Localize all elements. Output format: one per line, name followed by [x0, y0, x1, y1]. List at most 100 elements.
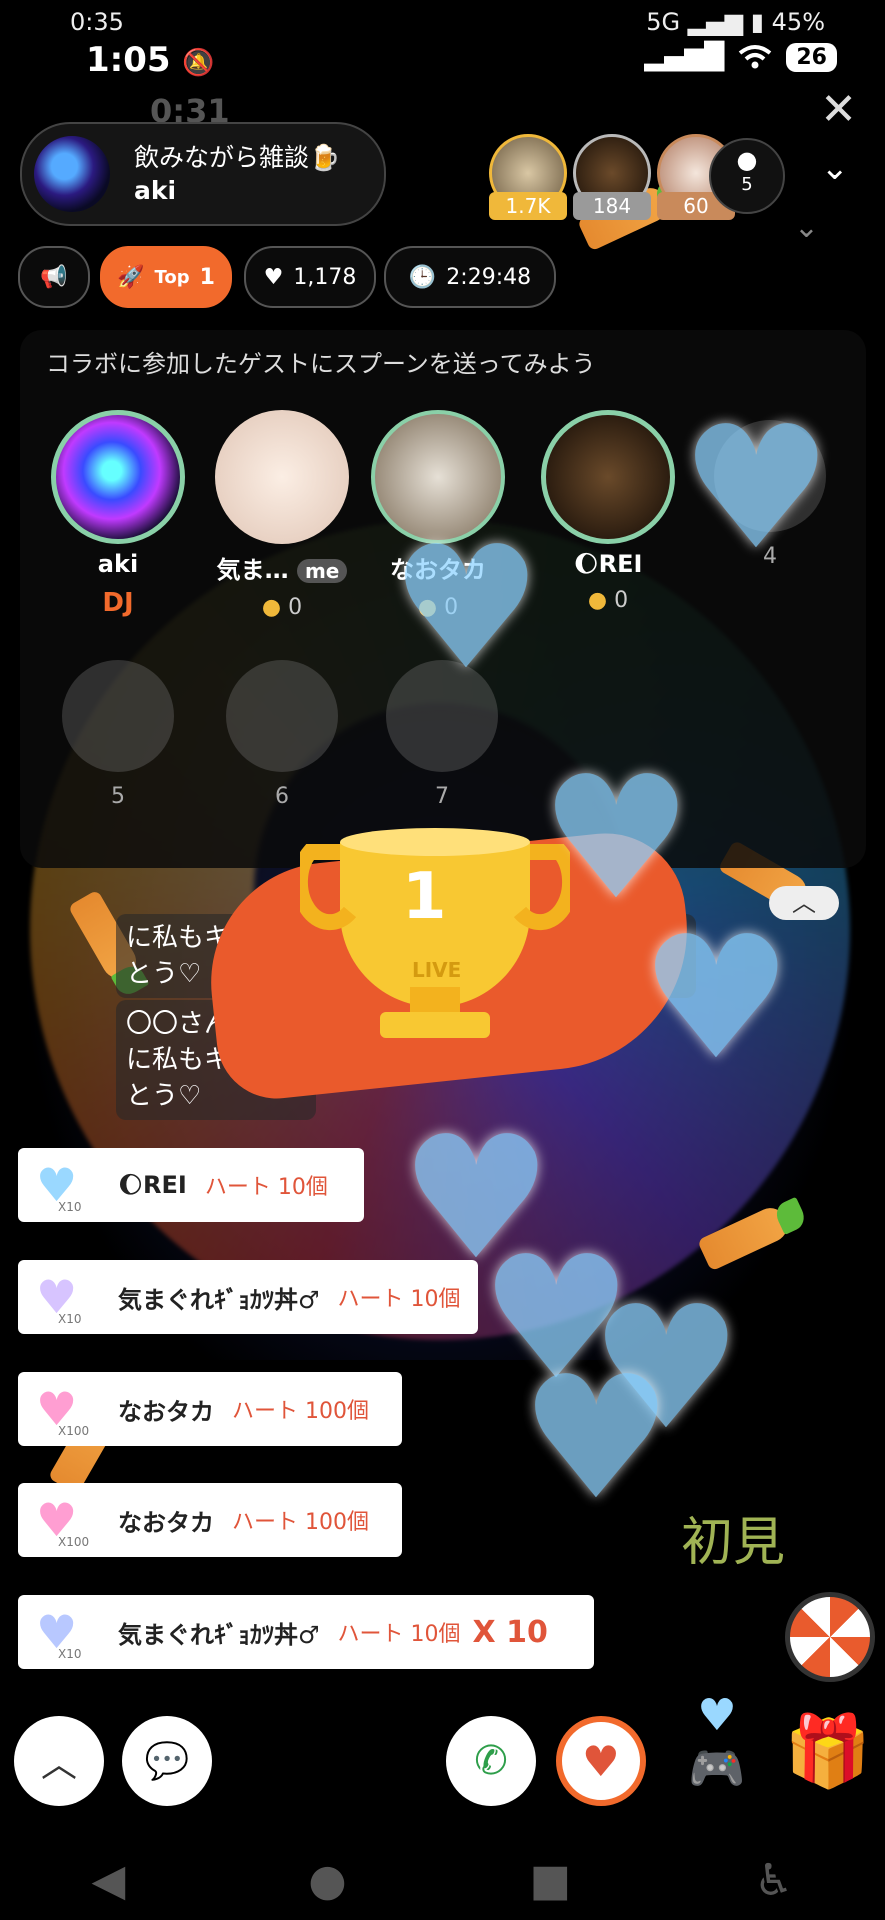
game-controller-icon: 🎮 [688, 1741, 746, 1795]
collab-title: コラボに参加したゲストにスプーンを送ってみよう [46, 350, 596, 378]
rocket-icon: 🚀 [117, 264, 145, 290]
room-avatar [34, 136, 110, 212]
battery-icon: ▮ [750, 8, 765, 36]
back-icon[interactable]: ◀ [91, 1855, 125, 1906]
collab-guest-slot[interactable]: 🌔REI ● 0 [538, 410, 678, 613]
gift-item: ハート 100個 [232, 1399, 369, 1424]
top-supporter-1[interactable]: 1.7K [489, 134, 567, 220]
collab-guest-slot[interactable]: 気ま… me ● 0 [212, 410, 352, 620]
gift-count-label: X10 [58, 1200, 82, 1214]
signal-icon: ▂▄▆█ [644, 42, 725, 72]
trophy-label: LIVE [412, 958, 462, 982]
gift-heart-icon: ♥ X10 [36, 1158, 82, 1214]
empty-slot[interactable]: 6 [212, 660, 352, 809]
gift-item: ハート 10個 [204, 1175, 328, 1200]
heart-send-button[interactable]: ♥ [556, 1716, 646, 1806]
supporter-count: 184 [573, 192, 651, 220]
gift-count-label: X10 [58, 1312, 82, 1326]
top-rank-button[interactable]: 🚀 Top 1 [100, 246, 232, 308]
gift-count-label: X10 [58, 1647, 82, 1661]
duration-text: 2:29:48 [446, 264, 532, 290]
chat-button[interactable]: 💬 [122, 1716, 212, 1806]
chevron-up-icon: ︿ [40, 1744, 77, 1785]
top-rank: 1 [199, 264, 215, 290]
spoon-coin-icon: ● [261, 595, 282, 620]
status-indicators-old: 5G ▂▄▆ ▮ 45% [646, 8, 825, 36]
top-supporters: 1.7K 184 60 [489, 134, 735, 220]
heart-effect-icon: ♥ [520, 1340, 673, 1538]
gift-bunny-heart-icon: ♥ X10 [36, 1270, 82, 1326]
gift-winged-heart-icon: ♥ X100 [36, 1382, 90, 1438]
top-supporter-2[interactable]: 184 [573, 134, 651, 220]
person-icon [226, 660, 338, 772]
gift-sender: 🌔REI [118, 1171, 187, 1199]
call-button[interactable]: ✆ [446, 1716, 536, 1806]
guest-name-row: 気ま… me [212, 550, 352, 585]
guest-avatar [215, 410, 349, 544]
collab-guest-slot[interactable]: aki DJ [48, 410, 188, 618]
spoon-count-row: ● 0 [538, 588, 678, 613]
accessibility-icon[interactable]: ♿ [754, 1855, 793, 1906]
room-host-name: aki [134, 176, 177, 205]
announcement-button[interactable]: 📢 [18, 246, 90, 308]
gift-item: ハート 100個 [232, 1510, 369, 1535]
battery-level: 26 [786, 42, 837, 72]
game-button[interactable]: ♥ 🎮 [672, 1690, 762, 1800]
gift-notification: ♥ X100 なおタカ ハート 100個 [18, 1372, 402, 1446]
home-icon[interactable]: ● [308, 1855, 346, 1906]
network-label: 5G [646, 8, 681, 36]
hearts-count-pill[interactable]: ♥ 1,178 [244, 246, 376, 308]
heart-icon: ♥ [582, 1736, 620, 1786]
minimize-chevron-icon[interactable]: ⌄ [821, 148, 850, 188]
spoon-count: 0 [288, 595, 303, 620]
chat-bubble-icon: 💬 [144, 1741, 190, 1782]
listener-count: 5 [741, 174, 753, 195]
heart-icon: ♥ [697, 1690, 737, 1741]
duration-pill: 🕒 2:29:48 [384, 246, 556, 308]
chevron-down-icon: ⌄ [793, 210, 819, 245]
gift-count-label: X100 [58, 1424, 90, 1438]
gift-box-icon: 🎁 [784, 1710, 872, 1792]
hearts-count: 1,178 [293, 264, 357, 290]
gift-sender: なおタカ [118, 1397, 214, 1426]
gift-item: ハート 10個 [337, 1287, 461, 1312]
gift-winged-heart-icon: ♥ X100 [36, 1493, 90, 1549]
heart-effect-icon: ♥ [390, 510, 543, 708]
status-time-old: 0:35 [70, 8, 124, 36]
status-time: 1:05 🔕 [86, 40, 215, 80]
gift-heart-icon: ♥ X10 [36, 1605, 82, 1661]
listener-count-button[interactable]: ● 5 [709, 138, 785, 214]
guest-avatar [541, 410, 675, 544]
gift-sender: 気まぐれｷﾞｮｶﾂ丼♂ [118, 1285, 320, 1314]
spoon-count-row: ● 0 [212, 595, 352, 620]
top-label: Top [154, 266, 190, 288]
room-info-card[interactable]: 飲みながら雑談🍺 aki [20, 122, 386, 226]
guest-name: 気ま… [216, 556, 289, 584]
scroll-up-button[interactable]: ︿ [14, 1716, 104, 1806]
guest-name: aki [97, 550, 139, 578]
signal-icon: ▂▄▆ [687, 8, 744, 36]
room-title: 飲みながら雑談🍺 [134, 143, 341, 172]
person-icon: ● [736, 146, 758, 174]
me-badge: me [296, 559, 348, 583]
megaphone-icon: 📢 [40, 264, 68, 290]
gift-sender: 気まぐれｷﾞｮｶﾂ丼♂ [118, 1620, 320, 1649]
phone-icon: ✆ [474, 1738, 508, 1784]
gift-count-label: X100 [58, 1535, 90, 1549]
close-icon[interactable]: ✕ [820, 84, 857, 135]
spoon-count: 0 [614, 588, 629, 613]
slot-number: 5 [111, 784, 125, 809]
recents-icon[interactable]: ■ [530, 1855, 572, 1906]
person-icon [62, 660, 174, 772]
gift-multiplier: X 10 [472, 1614, 548, 1650]
gift-notification: ♥ X10 🌔REI ハート 10個 [18, 1148, 364, 1222]
gift-item: ハート 10個 [337, 1622, 461, 1647]
mute-bell-icon: 🔕 [182, 48, 215, 78]
empty-slot[interactable]: 5 [48, 660, 188, 809]
gift-notification: ♥ X10 気まぐれｷﾞｮｶﾂ丼♂ ハート 10個 [18, 1260, 478, 1334]
heart-effect-icon: ♥ [680, 390, 833, 588]
gift-box-button[interactable]: 🎁 [780, 1710, 876, 1806]
status-indicators: ▂▄▆█ 26 [644, 42, 837, 72]
clock-icon: 🕒 [408, 264, 437, 290]
roulette-icon[interactable] [785, 1592, 875, 1682]
